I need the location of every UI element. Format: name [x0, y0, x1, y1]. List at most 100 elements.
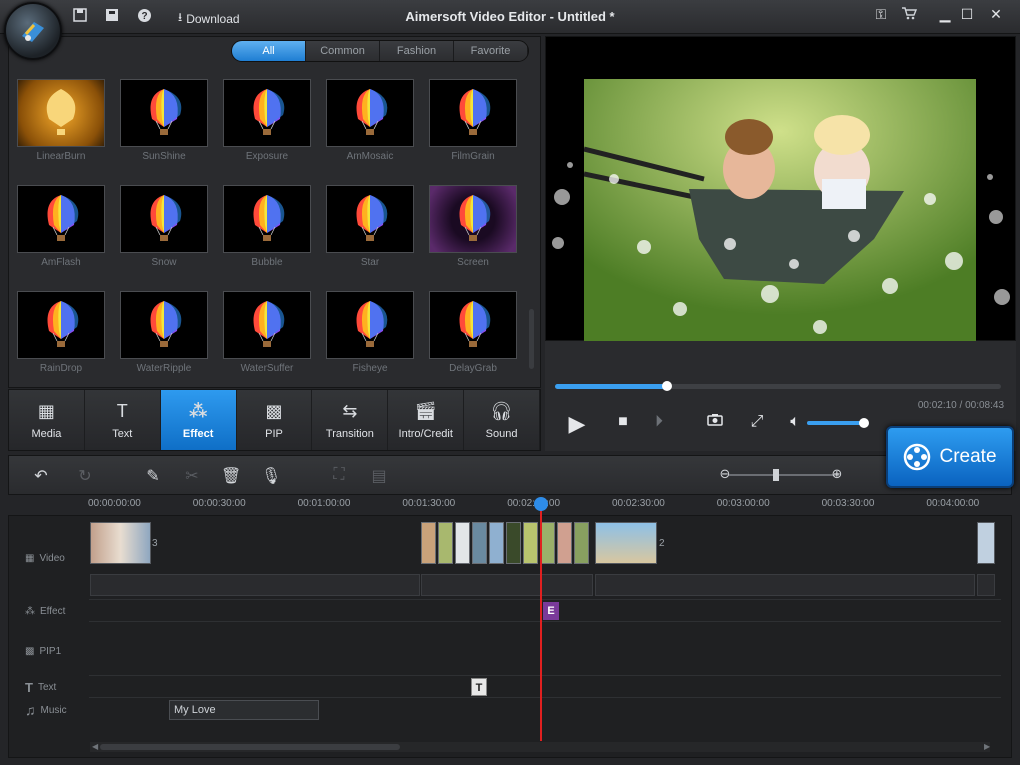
volume-knob[interactable] — [859, 418, 870, 428]
effect-exposure[interactable]: Exposure — [223, 79, 313, 165]
effect-star[interactable]: Star — [326, 185, 416, 271]
effect-lane[interactable]: E — [89, 600, 1001, 622]
effect-thumbnail[interactable] — [429, 79, 517, 147]
timeline-scrollbar-thumb[interactable] — [100, 744, 400, 750]
volume-icon[interactable]: 🔈︎ — [783, 413, 807, 431]
toolbar-text[interactable]: T Text — [85, 390, 161, 450]
effect-thumbnail[interactable] — [223, 185, 311, 253]
timeline-scrollbar[interactable] — [90, 742, 990, 752]
zoom-in-icon[interactable]: ⊕ — [827, 466, 847, 482]
crop-icon[interactable]: ⛶ — [329, 466, 349, 484]
maximize-button[interactable]: ☐ — [958, 6, 976, 23]
effect-fisheye[interactable]: Fisheye — [326, 291, 416, 377]
effect-thumbnail[interactable] — [120, 185, 208, 253]
text-lane[interactable]: T — [89, 676, 1001, 698]
library-scrollbar[interactable] — [528, 69, 536, 385]
toolbar-intro-credit[interactable]: 🎬︎ Intro/Credit — [388, 390, 465, 450]
help-icon[interactable]: ? — [136, 8, 152, 24]
minimize-button[interactable]: ▁ — [936, 6, 954, 23]
next-frame-button[interactable]: ⏵ — [647, 413, 671, 431]
video-clip[interactable] — [90, 522, 151, 564]
effect-thumbnail[interactable] — [326, 79, 414, 147]
video-clip[interactable] — [523, 522, 538, 564]
snapshot-icon[interactable] — [703, 413, 727, 431]
effect-amflash[interactable]: AmFlash — [17, 185, 107, 271]
effect-thumbnail[interactable] — [120, 291, 208, 359]
pip-lane[interactable] — [89, 622, 1001, 676]
video-clip[interactable] — [540, 522, 555, 564]
effect-thumbnail[interactable] — [429, 185, 517, 253]
create-button[interactable]: Create — [886, 426, 1014, 488]
video-clip[interactable] — [455, 522, 470, 564]
microphone-icon[interactable]: 🎙︎ — [261, 466, 281, 486]
effect-thumbnail[interactable] — [17, 185, 105, 253]
tab-fashion[interactable]: Fashion — [380, 41, 454, 61]
tab-common[interactable]: Common — [306, 41, 380, 61]
effect-thumbnail[interactable] — [326, 185, 414, 253]
effect-bubble[interactable]: Bubble — [223, 185, 313, 271]
video-clip[interactable] — [421, 522, 436, 564]
toolbar-pip[interactable]: ▩ PIP — [237, 390, 313, 450]
scroll-right-icon[interactable]: ▶ — [984, 742, 990, 751]
effect-sunshine[interactable]: SunShine — [120, 79, 210, 165]
effect-marker[interactable]: E — [543, 602, 559, 620]
playhead[interactable] — [534, 497, 548, 741]
effect-ammosaic[interactable]: AmMosaic — [326, 79, 416, 165]
scrollbar-thumb[interactable] — [529, 309, 534, 369]
playhead-handle[interactable] — [534, 497, 548, 511]
music-clip[interactable]: My Love — [169, 700, 319, 720]
effect-thumbnail[interactable] — [223, 291, 311, 359]
video-clip[interactable] — [557, 522, 572, 564]
scroll-left-icon[interactable]: ◀ — [92, 742, 98, 751]
effect-raindrop[interactable]: RainDrop — [17, 291, 107, 377]
video-audio-bar[interactable] — [595, 574, 975, 596]
stop-button[interactable]: ■ — [611, 413, 635, 431]
close-button[interactable]: ✕ — [987, 6, 1005, 23]
app-logo[interactable] — [4, 2, 62, 60]
undo-icon[interactable]: ↶ — [31, 466, 51, 486]
download-button[interactable]: ⭳ Download — [178, 8, 240, 29]
effect-thumbnail[interactable] — [326, 291, 414, 359]
edit-icon[interactable]: ✎ — [143, 466, 163, 486]
detach-audio-icon[interactable]: ▤ — [369, 466, 389, 486]
effect-thumbnail[interactable] — [17, 79, 105, 147]
toolbar-effect[interactable]: ⁂ Effect — [160, 390, 237, 450]
cut-icon[interactable]: ✂ — [182, 466, 202, 486]
toolbar-media[interactable]: ▦ Media — [9, 390, 85, 450]
fullscreen-icon[interactable]: ⤢ — [745, 413, 769, 431]
tab-favorite[interactable]: Favorite — [454, 41, 528, 61]
video-audio-bar[interactable] — [90, 574, 420, 596]
delete-icon[interactable]: 🗑︎ — [221, 466, 241, 486]
video-audio-bar[interactable] — [977, 574, 995, 596]
cart-icon[interactable] — [900, 6, 918, 23]
zoom-knob[interactable] — [773, 469, 779, 481]
effect-delaygrab[interactable]: DelayGrab — [429, 291, 519, 377]
effect-filmgrain[interactable]: FilmGrain — [429, 79, 519, 165]
effect-screen[interactable]: Screen — [429, 185, 519, 271]
text-marker[interactable]: T — [471, 678, 487, 696]
progress-bar[interactable] — [555, 381, 1001, 391]
effect-linearburn[interactable]: LinearBurn — [17, 79, 107, 165]
video-clip[interactable] — [472, 522, 487, 564]
volume-slider[interactable] — [807, 418, 870, 428]
video-clip[interactable] — [489, 522, 504, 564]
play-button[interactable]: ▶ — [565, 411, 589, 437]
video-audio-bar[interactable] — [421, 574, 593, 596]
effect-thumbnail[interactable] — [17, 291, 105, 359]
toolbar-transition[interactable]: ⇆ Transition — [312, 390, 389, 450]
effect-waterripple[interactable]: WaterRipple — [120, 291, 210, 377]
tab-all[interactable]: All — [232, 41, 306, 61]
zoom-slider[interactable] — [729, 469, 839, 481]
effect-watersuffer[interactable]: WaterSuffer — [223, 291, 313, 377]
video-clip[interactable] — [438, 522, 453, 564]
effect-thumbnail[interactable] — [429, 291, 517, 359]
video-lane[interactable]: 3 2 — [89, 516, 1001, 600]
video-clip[interactable] — [506, 522, 521, 564]
save-icon[interactable] — [72, 8, 88, 24]
video-clip[interactable] — [574, 522, 589, 564]
key-icon[interactable]: ⚿ — [872, 6, 890, 23]
save-as-icon[interactable] — [104, 8, 120, 24]
video-clip[interactable] — [977, 522, 995, 564]
effect-thumbnail[interactable] — [223, 79, 311, 147]
video-clip[interactable] — [595, 522, 657, 564]
